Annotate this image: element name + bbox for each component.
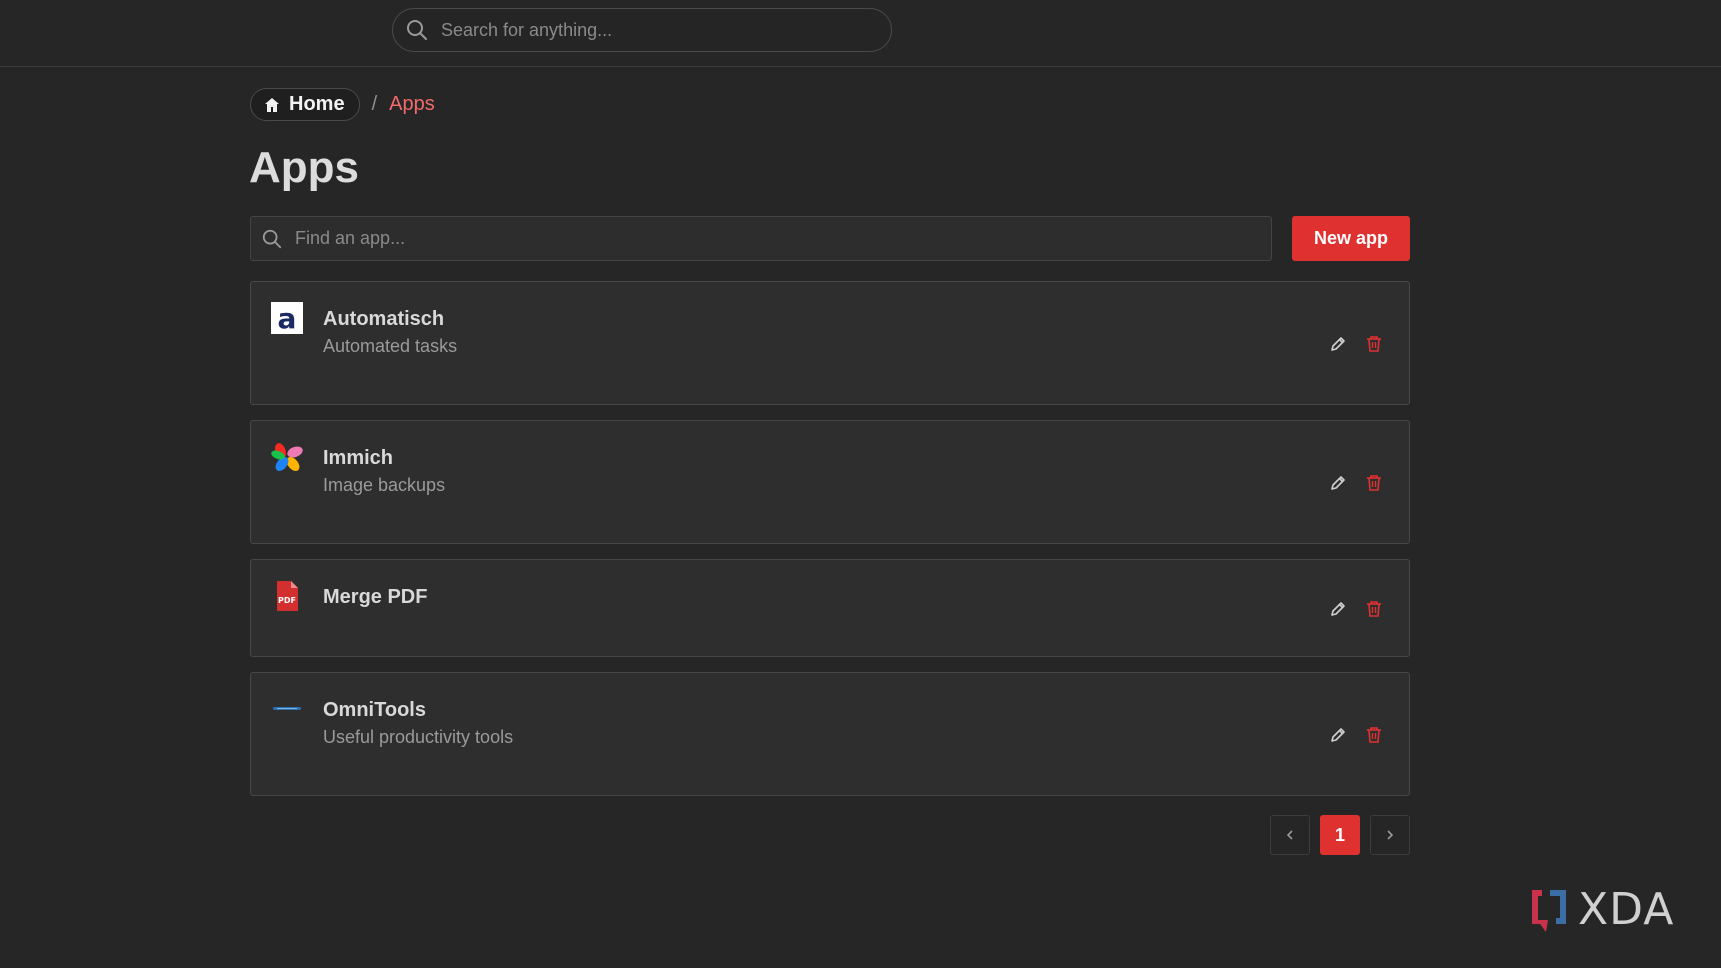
app-actions: [1329, 335, 1383, 353]
app-card: PDF Merge PDF: [250, 559, 1410, 657]
find-app-box[interactable]: [250, 216, 1272, 261]
svg-text:PDF: PDF: [278, 596, 296, 605]
next-page-button[interactable]: [1370, 815, 1410, 855]
pdf-file-icon: PDF: [271, 580, 303, 612]
chevron-left-icon: [1286, 830, 1293, 840]
app-actions: [1329, 600, 1383, 618]
global-search-input[interactable]: [439, 18, 863, 42]
delete-icon[interactable]: [1365, 335, 1383, 353]
edit-icon[interactable]: [1329, 335, 1347, 353]
breadcrumb-current[interactable]: Apps: [389, 93, 435, 116]
xda-watermark: XDA: [1528, 884, 1674, 935]
search-icon: [261, 228, 283, 250]
breadcrumb-separator: /: [371, 93, 378, 115]
omnitools-logo-icon: [271, 693, 303, 725]
edit-icon[interactable]: [1329, 600, 1347, 618]
edit-icon[interactable]: [1329, 474, 1347, 492]
pagination: 1: [1270, 815, 1410, 855]
breadcrumb-home-label: Home: [289, 93, 345, 115]
top-bar: [0, 0, 1721, 67]
svg-text:a: a: [278, 302, 297, 334]
app-name[interactable]: OmniTools: [323, 699, 426, 722]
xda-logo-icon: [1528, 886, 1572, 934]
global-search-box[interactable]: [392, 8, 892, 52]
app-card: OmniTools Useful productivity tools: [250, 672, 1410, 796]
breadcrumb: Home / Apps: [250, 88, 435, 121]
search-icon: [405, 18, 429, 42]
find-app-input[interactable]: [293, 227, 1247, 250]
delete-icon[interactable]: [1365, 474, 1383, 492]
watermark-text: XDA: [1578, 884, 1675, 935]
home-icon: [263, 96, 281, 114]
page-number-button[interactable]: 1: [1320, 815, 1360, 855]
delete-icon[interactable]: [1365, 726, 1383, 744]
app-card: a Automatisch Automated tasks: [250, 281, 1410, 405]
app-name[interactable]: Merge PDF: [323, 586, 427, 609]
edit-icon[interactable]: [1329, 726, 1347, 744]
immich-logo-icon: [271, 441, 303, 473]
delete-icon[interactable]: [1365, 600, 1383, 618]
new-app-button[interactable]: New app: [1292, 216, 1410, 261]
app-description: Useful productivity tools: [323, 727, 514, 747]
previous-page-button[interactable]: [1270, 815, 1310, 855]
chevron-right-icon: [1387, 830, 1394, 840]
app-name[interactable]: Automatisch: [323, 308, 444, 331]
automatisch-logo-icon: a: [271, 302, 303, 335]
app-actions: [1329, 474, 1383, 492]
app-description: Automated tasks: [323, 336, 458, 356]
page-title: Apps: [249, 143, 359, 192]
app-actions: [1329, 726, 1383, 744]
app-card: Immich Image backups: [250, 420, 1410, 544]
breadcrumb-home[interactable]: Home: [250, 88, 360, 121]
app-name[interactable]: Immich: [323, 447, 393, 470]
app-description: Image backups: [323, 475, 446, 495]
